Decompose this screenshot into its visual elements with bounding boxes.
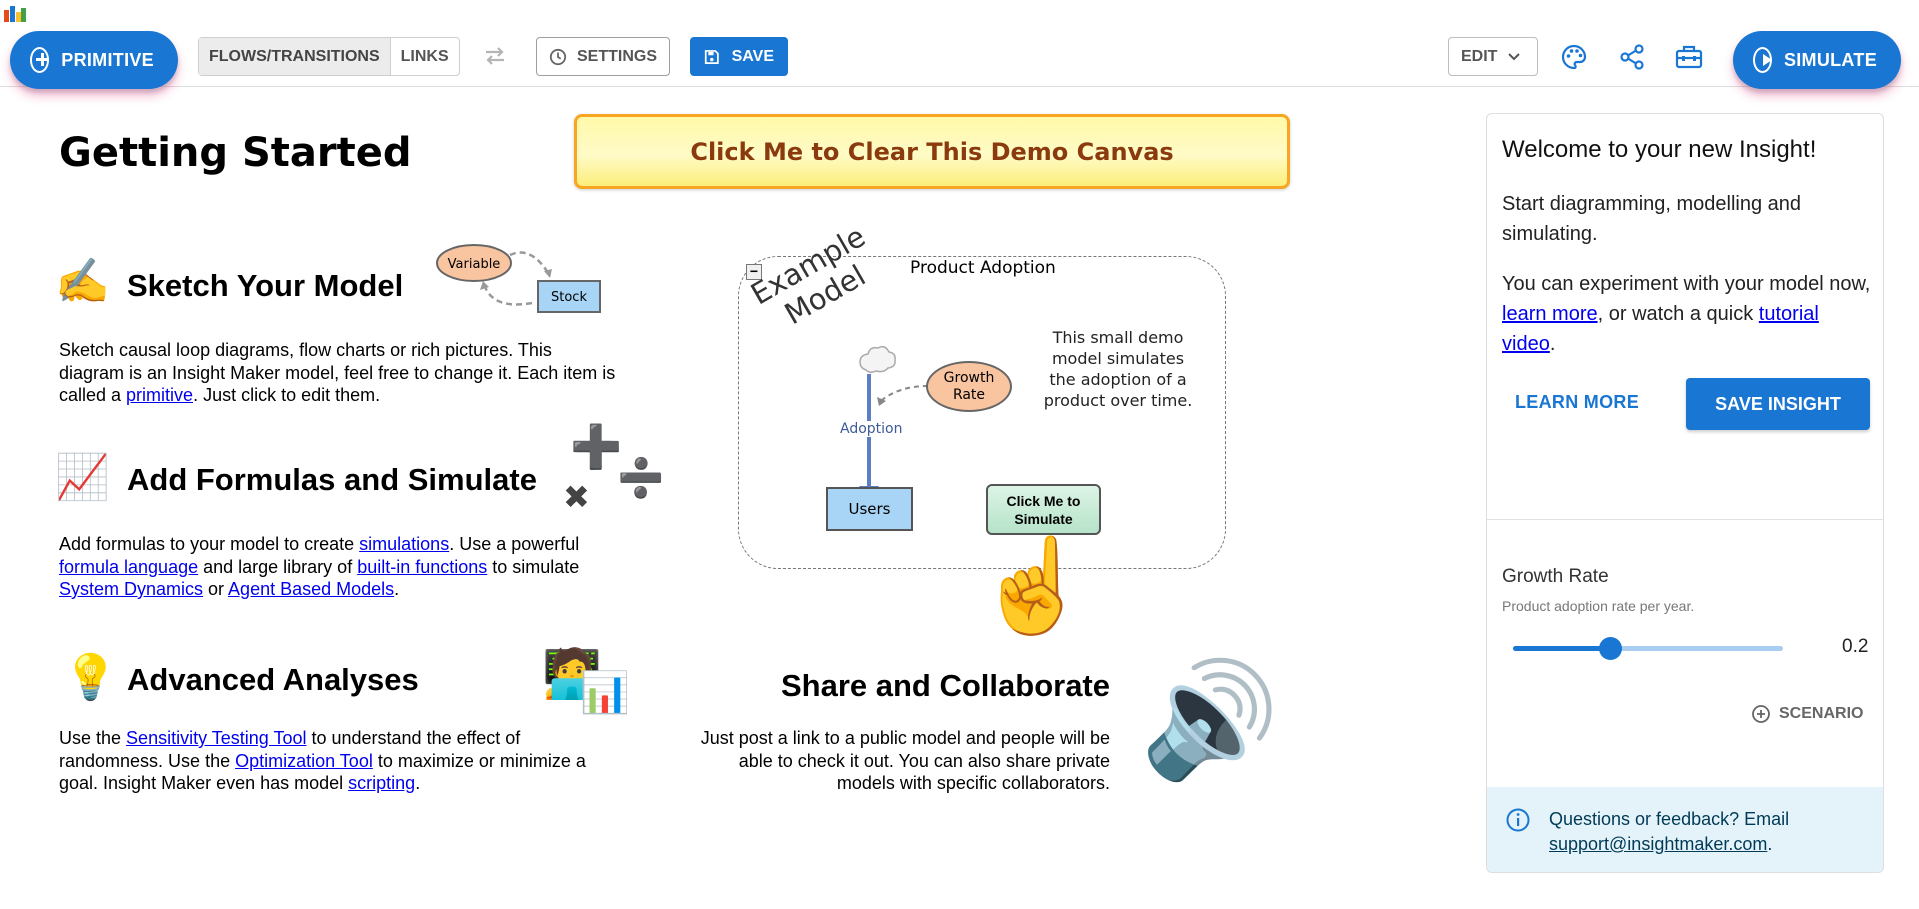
chart-increasing-icon: 📈 xyxy=(55,453,110,502)
built-in-functions-link[interactable]: built-in functions xyxy=(357,557,487,577)
feedback-text: Questions or feedback? Email support@ins… xyxy=(1549,809,1790,854)
growth-rate-slider[interactable] xyxy=(1513,637,1783,660)
optimization-tool-link[interactable]: Optimization Tool xyxy=(235,751,373,771)
simulations-link[interactable]: simulations xyxy=(359,534,449,554)
plus-circle-icon xyxy=(30,47,50,73)
growth-link xyxy=(881,385,929,401)
formula-language-link[interactable]: formula language xyxy=(59,557,198,577)
welcome-instructions: You can experiment with your model now, … xyxy=(1502,273,1871,355)
edit-dropdown[interactable]: EDIT xyxy=(1448,37,1538,76)
mini-stock-label: Stock xyxy=(551,290,587,305)
mini-causal-diagram[interactable]: Variable Stock xyxy=(432,240,604,316)
save-label: SAVE xyxy=(731,47,774,65)
simulate-button[interactable]: SIMULATE xyxy=(1733,31,1901,89)
toolbox-icon[interactable] xyxy=(1675,44,1703,70)
speaker-icon: 🔊 xyxy=(1140,657,1280,782)
light-bulb-icon: 💡 xyxy=(63,653,118,702)
divide-icon: ➗ xyxy=(617,458,665,500)
app-logo xyxy=(4,6,26,22)
adoption-flow-label[interactable]: Adoption xyxy=(838,421,905,437)
writing-hand-icon: ✍️ xyxy=(55,257,110,306)
info-icon xyxy=(1506,808,1530,832)
sketch-heading[interactable]: Sketch Your Model xyxy=(127,268,403,304)
connection-mode-toggle: FLOWS/TRANSITIONS LINKS xyxy=(198,37,460,76)
panel-divider xyxy=(1487,519,1883,520)
links-toggle[interactable]: LINKS xyxy=(391,38,459,75)
slider-thumb[interactable] xyxy=(1599,637,1623,660)
system-dynamics-link[interactable]: System Dynamics xyxy=(59,579,203,599)
share-paragraph: Just post a link to a public model and p… xyxy=(700,728,1110,793)
floppy-disk-icon xyxy=(704,49,719,64)
save-insight-button[interactable]: SAVE INSIGHT xyxy=(1686,378,1870,430)
feedback-info-box: Questions or feedback? Email support@ins… xyxy=(1487,787,1883,872)
clear-demo-canvas-button[interactable]: Click Me to Clear This Demo Canvas xyxy=(574,114,1290,189)
welcome-panel: Welcome to your new Insight! Start diagr… xyxy=(1486,113,1884,873)
share-icon[interactable] xyxy=(1618,43,1646,71)
plus-circle-icon xyxy=(1752,705,1770,723)
simulate-demo-button[interactable]: Click Me to Simulate xyxy=(986,484,1101,535)
simulate-label: SIMULATE xyxy=(1783,49,1877,70)
learn-more-button[interactable]: LEARN MORE xyxy=(1515,392,1639,413)
add-primitive-button[interactable]: PRIMITIVE xyxy=(10,31,178,89)
users-stock[interactable]: Users xyxy=(826,487,913,531)
palette-icon[interactable] xyxy=(1560,43,1588,71)
plus-icon: ➕ xyxy=(570,423,623,470)
settings-button[interactable]: SETTINGS xyxy=(536,37,670,76)
scripting-link[interactable]: scripting xyxy=(348,773,415,793)
edit-label: EDIT xyxy=(1461,47,1498,65)
sketch-paragraph: Sketch causal loop diagrams, flow charts… xyxy=(59,340,616,405)
slider-fill xyxy=(1513,646,1611,651)
settings-label: SETTINGS xyxy=(576,47,657,65)
support-email-link[interactable]: support@insightmaker.com xyxy=(1549,834,1767,854)
growth-rate-variable[interactable]: Growth Rate xyxy=(926,361,1012,412)
toolbar: PRIMITIVE FLOWS/TRANSITIONS LINKS SETTIN… xyxy=(0,0,1919,89)
cloud-source-icon xyxy=(859,345,896,374)
welcome-intro: Start diagramming, modelling and simulat… xyxy=(1502,193,1802,245)
growth-rate-description: Product adoption rate per year. xyxy=(1502,598,1695,614)
pointing-up-icon: ☝️ xyxy=(976,535,1091,637)
save-button[interactable]: SAVE xyxy=(690,37,788,76)
share-heading[interactable]: Share and Collaborate xyxy=(700,668,1110,704)
add-scenario-button[interactable]: SCENARIO xyxy=(1751,704,1863,724)
formulas-paragraph: Add formulas to your model to create sim… xyxy=(59,534,580,599)
play-circle-icon xyxy=(1753,47,1772,73)
sensitivity-testing-link[interactable]: Sensitivity Testing Tool xyxy=(126,728,306,748)
learn-more-link[interactable]: learn more xyxy=(1502,303,1598,325)
formulas-heading[interactable]: Add Formulas and Simulate xyxy=(127,462,537,498)
primitive-link[interactable]: primitive xyxy=(126,385,193,405)
advanced-paragraph: Use the Sensitivity Testing Tool to unde… xyxy=(59,728,586,793)
mini-variable-label: Variable xyxy=(448,257,501,272)
growth-rate-value: 0.2 xyxy=(1842,636,1869,657)
folder-title[interactable]: Product Adoption xyxy=(910,258,1056,278)
multiply-icon: ✖ xyxy=(563,479,590,515)
agent-based-models-link[interactable]: Agent Based Models xyxy=(228,579,394,599)
growth-rate-label: Growth Rate xyxy=(1502,566,1609,587)
clock-icon xyxy=(549,48,567,65)
demo-note[interactable]: This small demo model simulates the adop… xyxy=(1040,327,1196,411)
primitive-label: PRIMITIVE xyxy=(61,49,154,70)
advanced-heading[interactable]: Advanced Analyses xyxy=(127,662,419,698)
chevron-down-icon xyxy=(1508,52,1521,60)
flows-transitions-toggle[interactable]: FLOWS/TRANSITIONS xyxy=(199,38,391,75)
welcome-heading: Welcome to your new Insight! xyxy=(1502,136,1817,163)
bar-chart-icon: 📊 xyxy=(580,671,630,715)
swap-arrows-icon[interactable] xyxy=(483,45,507,67)
page-title[interactable]: Getting Started xyxy=(59,130,411,176)
